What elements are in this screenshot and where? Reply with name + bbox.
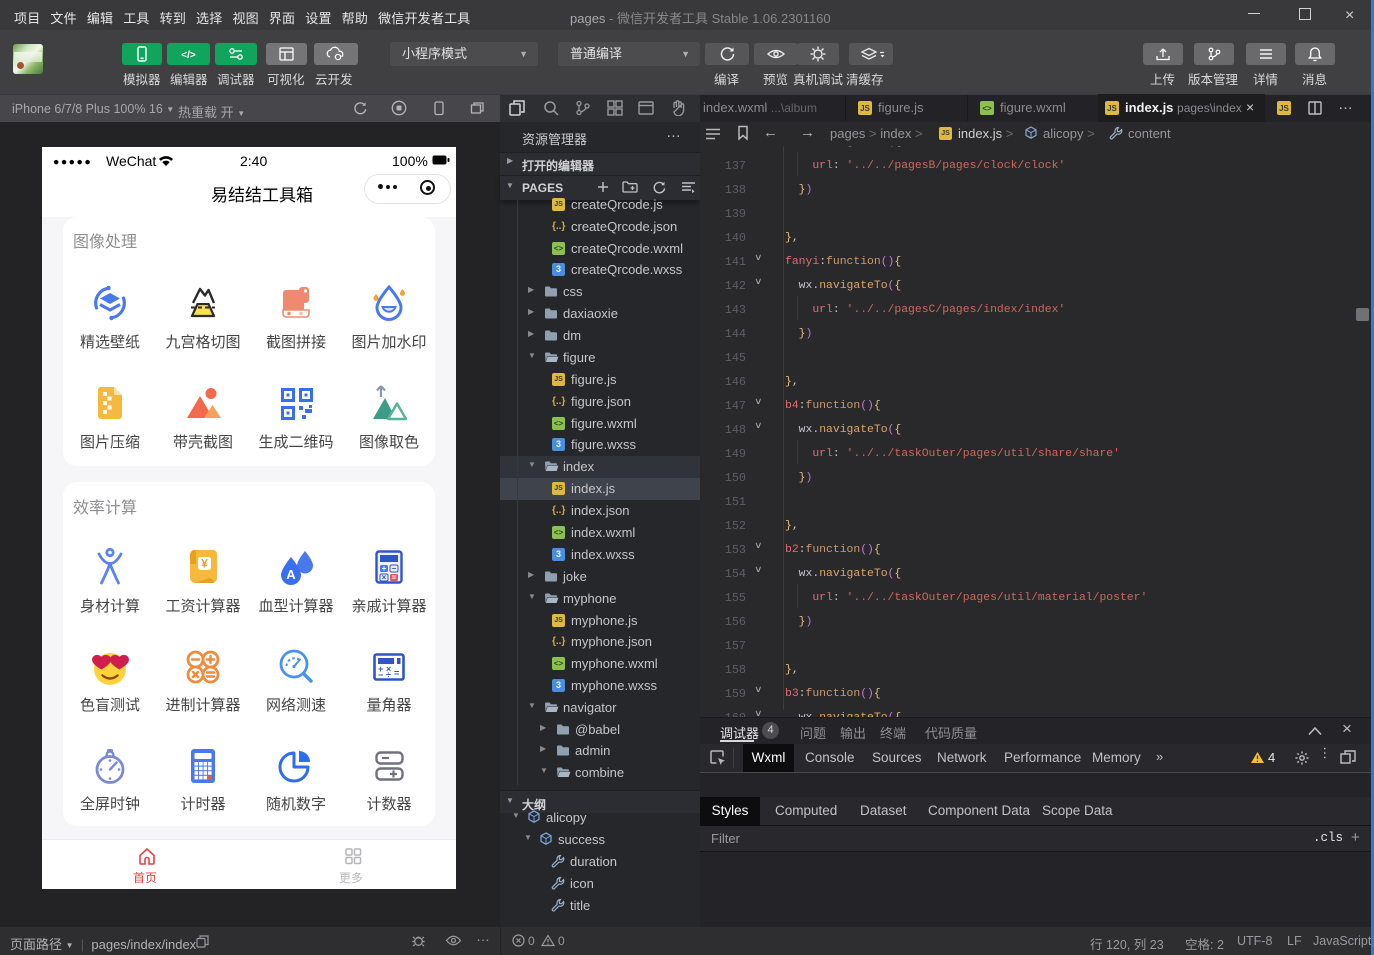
svg-text:−: − [378, 670, 383, 680]
svg-text:A: A [286, 567, 296, 582]
svg-text:=: = [392, 573, 397, 582]
svg-text:×: × [382, 573, 387, 582]
svg-text:¥: ¥ [201, 557, 208, 571]
svg-text:=: = [394, 668, 399, 678]
svg-text:+: + [382, 564, 387, 573]
svg-text:</>: </> [181, 50, 196, 61]
svg-text:−: − [392, 564, 397, 573]
svg-text:÷: ÷ [386, 670, 391, 680]
